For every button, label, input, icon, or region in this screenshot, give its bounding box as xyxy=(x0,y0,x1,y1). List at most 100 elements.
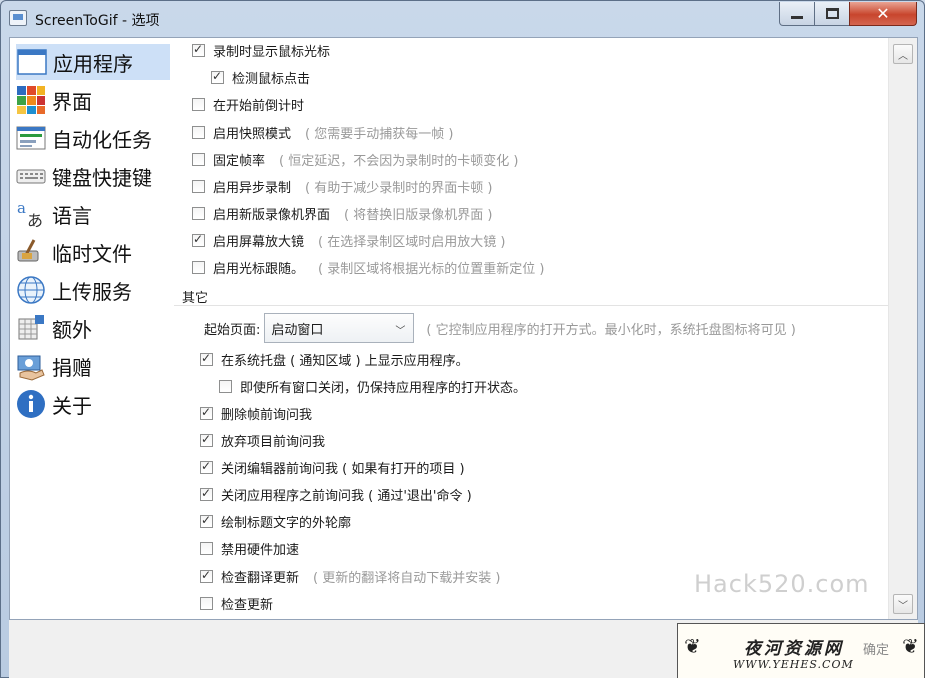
ok-button[interactable]: 确定 xyxy=(863,639,889,658)
option-snapshot-mode[interactable]: 启用快照模式 ( 您需要手动捕获每一帧 ) xyxy=(192,121,453,143)
checkbox[interactable] xyxy=(192,42,205,57)
option-detect-clicks[interactable]: 检测鼠标点击 xyxy=(211,66,310,88)
scroll-down-button[interactable]: ﹀ xyxy=(893,594,913,614)
option-show-cursor[interactable]: 录制时显示鼠标光标 xyxy=(192,39,330,61)
option-label: 录制时显示鼠标光标 xyxy=(213,44,331,60)
minimize-icon xyxy=(791,16,803,19)
minimize-button[interactable] xyxy=(779,2,815,26)
scroll-up-button[interactable]: ︿ xyxy=(893,44,913,64)
checkbox[interactable] xyxy=(200,432,213,447)
option-ask-close-editor[interactable]: 关闭编辑器前询问我 ( 如果有打开的项目 ) xyxy=(200,456,465,478)
option-check-updates[interactable]: 检查更新 xyxy=(200,592,273,614)
option-title-outline[interactable]: 绘制标题文字的外轮廓 xyxy=(200,510,351,532)
title-bar[interactable]: ScreenToGif - 选项 ✕ xyxy=(1,1,924,37)
maximize-button[interactable] xyxy=(814,2,850,26)
checkbox[interactable] xyxy=(192,206,205,220)
option-note: ( 有助于减少录制时的界面卡顿 ) xyxy=(305,180,493,196)
start-page-select[interactable]: 启动窗口 ﹀ xyxy=(264,313,415,343)
ornament-left-icon: ❦ xyxy=(684,634,701,658)
checkbox[interactable] xyxy=(219,379,232,393)
option-label: 关闭编辑器前询问我 ( 如果有打开的项目 ) xyxy=(221,461,465,477)
options-panel: 录制时显示鼠标光标 检测鼠标点击 在开始前倒计时 启用快照模式 ( 您需要手动捕… xyxy=(174,38,888,619)
site-logo-overlay: ❦ ❦ 夜河资源网 WWW.YEHES.COM 确定 xyxy=(677,623,925,678)
vertical-scrollbar[interactable]: ︿ ﹀ xyxy=(888,38,917,619)
option-ask-close-app[interactable]: 关闭应用程序之前询问我 ( 通过'退出'命令 ) xyxy=(200,483,472,505)
checkbox[interactable] xyxy=(200,568,213,583)
client-area: 应用程序 界面 自动化任务 键盘快捷键 a あ 语言 临时文件 上传服务 额外 … xyxy=(9,37,918,620)
option-label: 禁用硬件加速 xyxy=(221,542,300,558)
checkbox[interactable] xyxy=(192,179,205,193)
chevron-down-icon: ﹀ xyxy=(395,326,406,337)
sidebar-item-temp-files[interactable]: 临时文件 xyxy=(16,234,170,270)
sidebar-item-language[interactable]: aあ 语言 xyxy=(16,196,170,232)
sidebar-item-app[interactable]: 应用程序 xyxy=(16,44,170,80)
svg-text:あ: あ xyxy=(27,211,43,229)
checkbox[interactable] xyxy=(200,513,213,528)
sidebar-item-label: 界面 xyxy=(52,89,92,114)
sidebar-item-donate[interactable]: 捐赠 xyxy=(16,348,170,384)
option-disable-hw-accel[interactable]: 禁用硬件加速 xyxy=(200,537,299,559)
keyboard-icon xyxy=(16,161,46,191)
close-button[interactable]: ✕ xyxy=(849,2,917,26)
checkbox[interactable] xyxy=(200,351,213,366)
option-new-recorder[interactable]: 启用新版录像机界面 ( 将替换旧版录像机界面 ) xyxy=(192,202,492,224)
section-title: 其它 xyxy=(182,291,209,306)
option-label: 即使所有窗口关闭，仍保持应用程序的打开状态。 xyxy=(240,380,527,396)
sidebar: 应用程序 界面 自动化任务 键盘快捷键 a あ 语言 临时文件 上传服务 额外 … xyxy=(10,38,174,619)
option-label: 删除帧前询问我 xyxy=(221,407,313,423)
checkbox[interactable] xyxy=(192,97,205,111)
checkbox[interactable] xyxy=(211,69,224,84)
option-keep-open[interactable]: 即使所有窗口关闭，仍保持应用程序的打开状态。 xyxy=(219,375,526,397)
checkbox[interactable] xyxy=(192,125,205,139)
option-ask-delete-frame[interactable]: 删除帧前询问我 xyxy=(200,402,312,424)
option-ask-discard-project[interactable]: 放弃项目前询问我 xyxy=(200,429,325,451)
option-note: ( 在选择录制区域时启用放大镜 ) xyxy=(318,234,506,250)
checkbox[interactable] xyxy=(200,486,213,501)
option-label: 启用新版录像机界面 xyxy=(213,207,331,223)
chevron-up-icon: ︿ xyxy=(898,50,908,62)
option-check-translation[interactable]: 检查翻译更新 ( 更新的翻译将自动下载并安装 ) xyxy=(200,565,500,587)
checkbox[interactable] xyxy=(200,596,213,610)
option-label: 启用屏幕放大镜 xyxy=(213,234,305,250)
option-async-recording[interactable]: 启用异步录制 ( 有助于减少录制时的界面卡顿 ) xyxy=(192,175,492,197)
checkbox[interactable] xyxy=(200,459,213,474)
checkbox[interactable] xyxy=(200,405,213,420)
option-magnifier[interactable]: 启用屏幕放大镜 ( 在选择录制区域时启用放大镜 ) xyxy=(192,229,505,251)
option-note: ( 恒定延迟，不会因为录制时的卡顿变化 ) xyxy=(279,153,519,169)
sidebar-item-upload[interactable]: 上传服务 xyxy=(16,272,170,308)
sidebar-item-about[interactable]: 关于 xyxy=(16,386,170,422)
sidebar-item-label: 键盘快捷键 xyxy=(52,165,152,190)
start-page-value: 启动窗口 xyxy=(271,322,324,338)
sidebar-item-label: 语言 xyxy=(52,203,92,228)
option-label: 启用异步录制 xyxy=(213,180,292,196)
sidebar-item-label: 自动化任务 xyxy=(52,127,152,152)
option-label: 检查翻译更新 xyxy=(221,570,300,586)
logo-url: WWW.YEHES.COM xyxy=(733,658,854,671)
option-show-tray[interactable]: 在系统托盘 ( 通知区域 ) 上显示应用程序。 xyxy=(200,348,469,370)
option-note: ( 将替换旧版录像机界面 ) xyxy=(344,207,493,223)
checkbox[interactable] xyxy=(192,152,205,166)
option-cursor-follow[interactable]: 启用光标跟随。 ( 录制区域将根据光标的位置重新定位 ) xyxy=(192,256,544,278)
chevron-down-icon: ﹀ xyxy=(898,600,908,612)
option-label: 启用光标跟随。 xyxy=(213,261,305,277)
checkbox[interactable] xyxy=(192,260,205,274)
checkbox[interactable] xyxy=(192,232,205,247)
sidebar-item-extras[interactable]: 额外 xyxy=(16,310,170,346)
globe-icon xyxy=(16,275,46,305)
sidebar-item-label: 上传服务 xyxy=(52,279,132,304)
scroll-thumb[interactable] xyxy=(893,66,913,586)
svg-text:a: a xyxy=(17,199,26,217)
puzzle-icon xyxy=(16,313,46,343)
option-countdown[interactable]: 在开始前倒计时 xyxy=(192,93,304,115)
language-icon: aあ xyxy=(16,199,46,230)
options-window: ScreenToGif - 选项 ✕ 应用程序 界面 自动化任务 键盘快捷键 a… xyxy=(0,0,925,678)
option-fixed-framerate[interactable]: 固定帧率 ( 恒定延迟，不会因为录制时的卡顿变化 ) xyxy=(192,148,518,170)
checkbox[interactable] xyxy=(200,541,213,555)
watermark-text: Hack520.com xyxy=(694,570,870,598)
sidebar-item-shortcuts[interactable]: 键盘快捷键 xyxy=(16,158,170,194)
option-label: 在系统托盘 ( 通知区域 ) 上显示应用程序。 xyxy=(221,353,469,369)
option-note: ( 更新的翻译将自动下载并安装 ) xyxy=(313,570,501,586)
sidebar-item-automation[interactable]: 自动化任务 xyxy=(16,120,170,156)
sidebar-item-label: 额外 xyxy=(52,317,92,342)
sidebar-item-interface[interactable]: 界面 xyxy=(16,82,170,118)
